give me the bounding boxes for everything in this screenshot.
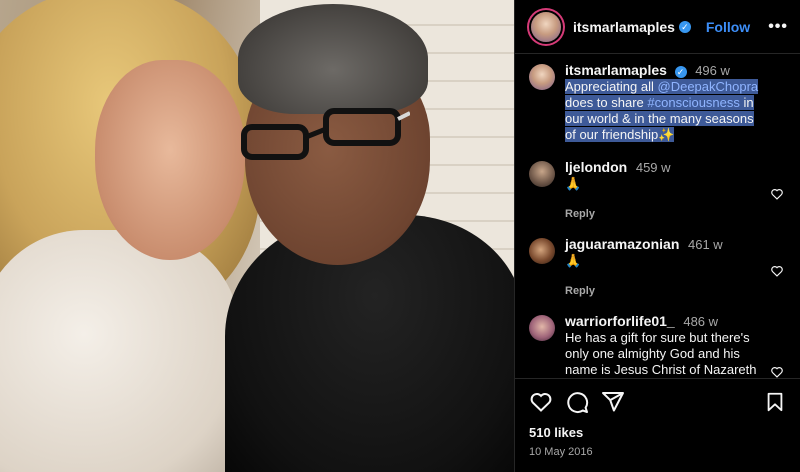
comment-time[interactable]: 486 w xyxy=(683,314,718,329)
comment-body: jaguaramazonian 461 w 🙏 Reply xyxy=(565,236,786,299)
caption: itsmarlamaples ✓ 496 w Appreciating all … xyxy=(529,62,786,143)
comment-like-heart-icon[interactable] xyxy=(770,365,784,378)
photo-man-glasses xyxy=(241,108,410,160)
author-avatar[interactable] xyxy=(531,11,561,42)
post-date[interactable]: 10 May 2016 xyxy=(529,446,786,458)
comment-body: warriorforlife01_ 486 w He has a gift fo… xyxy=(565,313,786,378)
comment-text: He has a gift for sure but there's only … xyxy=(565,330,757,377)
comment-time[interactable]: 461 w xyxy=(688,237,723,252)
post-actions xyxy=(529,389,786,415)
comment-like-heart-icon[interactable] xyxy=(770,187,784,201)
post-side-panel: itsmarlamaples ✓ Follow ••• itsmarlamapl… xyxy=(514,0,800,472)
more-options-icon[interactable]: ••• xyxy=(768,18,788,36)
verified-badge-icon: ✓ xyxy=(674,65,687,78)
caption-text-prefix: Appreciating all xyxy=(565,79,658,94)
caption-text-mid: does to share xyxy=(565,95,648,110)
comment-item: ljelondon 459 w 🙏 Reply xyxy=(529,159,786,222)
commenter-username[interactable]: ljelondon xyxy=(565,159,627,175)
follow-button[interactable]: Follow xyxy=(706,19,750,35)
mention-link[interactable]: @DeepakChopra xyxy=(658,79,759,94)
photo-man-hair xyxy=(238,4,428,114)
reply-button[interactable]: Reply xyxy=(565,206,762,222)
hashtag-link[interactable]: #consciousness xyxy=(647,95,740,110)
share-icon[interactable] xyxy=(601,390,625,414)
caption-body: itsmarlamaples ✓ 496 w Appreciating all … xyxy=(565,62,786,143)
commenter-avatar[interactable] xyxy=(529,238,555,264)
comments-list[interactable]: itsmarlamaples ✓ 496 w Appreciating all … xyxy=(515,54,800,378)
author-username[interactable]: itsmarlamaples xyxy=(573,19,675,35)
comment-text: 🙏 xyxy=(565,253,582,268)
comment-item: jaguaramazonian 461 w 🙏 Reply xyxy=(529,236,786,299)
post-footer: 510 likes 10 May 2016 xyxy=(515,378,800,472)
caption-text: Appreciating all @DeepakChopra does to s… xyxy=(565,79,759,142)
caption-avatar[interactable] xyxy=(529,64,555,90)
post-header: itsmarlamaples ✓ Follow ••• xyxy=(515,0,800,54)
comment-like-heart-icon[interactable] xyxy=(770,264,784,278)
comment-text: 🙏 xyxy=(565,176,582,191)
reply-button[interactable]: Reply xyxy=(565,283,762,299)
photo-woman-face xyxy=(95,60,245,260)
comment-body: ljelondon 459 w 🙏 Reply xyxy=(565,159,786,222)
comment-time[interactable]: 459 w xyxy=(636,160,671,175)
bookmark-icon[interactable] xyxy=(764,390,786,414)
commenter-avatar[interactable] xyxy=(529,161,555,187)
comment-item: warriorforlife01_ 486 w He has a gift fo… xyxy=(529,313,786,378)
commenter-username[interactable]: warriorforlife01_ xyxy=(565,313,675,329)
comment-icon[interactable] xyxy=(565,390,589,414)
heart-icon[interactable] xyxy=(529,390,553,414)
caption-username[interactable]: itsmarlamaples xyxy=(565,62,667,78)
caption-time[interactable]: 496 w xyxy=(695,63,730,78)
verified-badge-icon: ✓ xyxy=(678,20,691,33)
like-count[interactable]: 510 likes xyxy=(529,425,786,440)
commenter-username[interactable]: jaguaramazonian xyxy=(565,236,679,252)
photo-woman-sweater xyxy=(0,230,240,472)
post-photo[interactable] xyxy=(0,0,514,472)
commenter-avatar[interactable] xyxy=(529,315,555,341)
